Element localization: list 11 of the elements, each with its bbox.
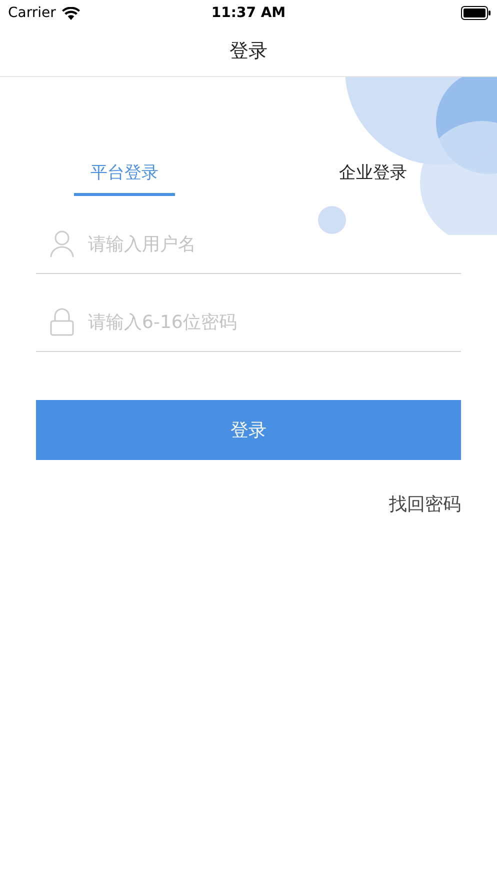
input-field[interactable]: 请输入用户名: [88, 230, 461, 258]
login-tab[interactable]: 企业登录: [322, 157, 424, 196]
lock-icon: [50, 308, 74, 336]
status-time: 11:37 AM: [211, 5, 286, 21]
wifi-icon: [62, 6, 80, 20]
user-icon: [50, 230, 74, 258]
nav-title: 登录: [230, 39, 268, 64]
input-field[interactable]: 请输入6-16位密码: [88, 308, 461, 336]
battery-icon: [461, 6, 491, 20]
carrier-name: Carrier: [8, 5, 56, 21]
forgot-password-link[interactable]: 找回密码: [389, 492, 461, 516]
